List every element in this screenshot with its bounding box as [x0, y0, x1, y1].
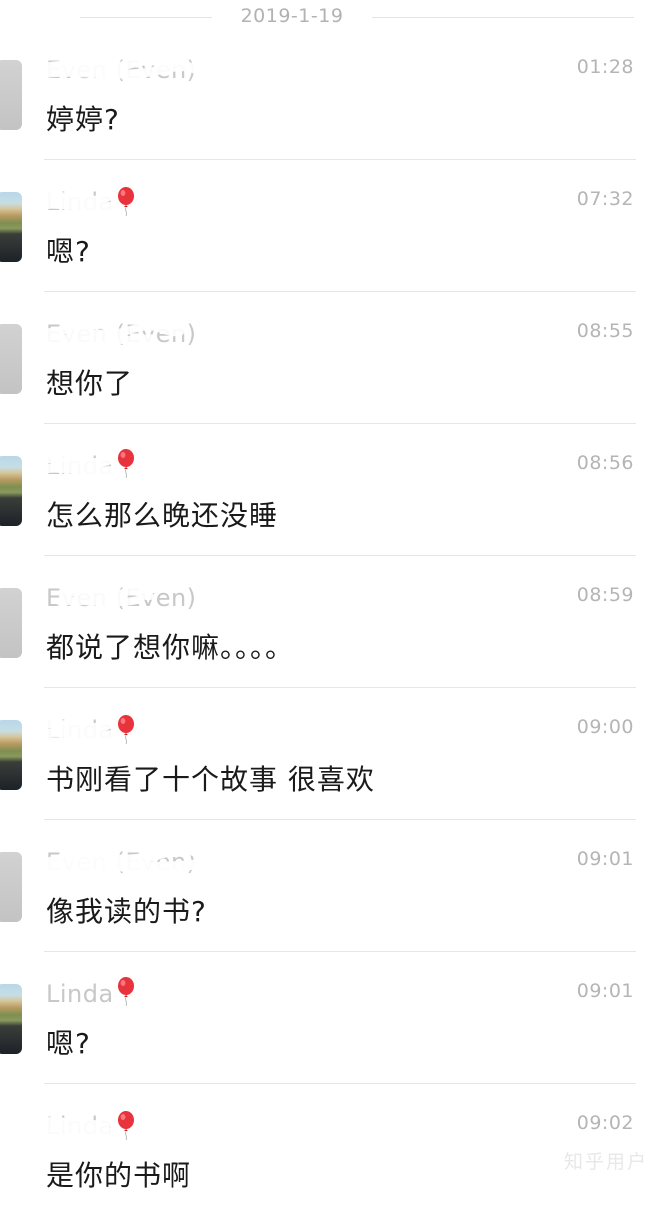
message-time: 09:00	[576, 716, 634, 738]
sender-name: Even (Even)	[46, 320, 197, 348]
message-text: 嗯?	[46, 1027, 91, 1060]
message-text: 书刚看了十个故事 很喜欢	[46, 763, 375, 796]
message-text: 怎么那么晚还没睡	[46, 499, 279, 532]
message-time: 07:32	[576, 188, 634, 210]
balloon-icon	[118, 715, 134, 744]
sender-name: Linda	[46, 452, 114, 480]
message-text: 是你的书啊	[46, 1159, 192, 1192]
avatar[interactable]	[0, 852, 22, 922]
message-item[interactable]: Linda 07:32 嗯?	[0, 160, 668, 292]
message-text: 婷婷?	[46, 103, 120, 136]
avatar[interactable]	[0, 588, 22, 658]
message-time: 08:56	[576, 452, 634, 474]
balloon-icon	[118, 449, 134, 478]
message-time: 01:28	[576, 56, 634, 78]
watermark: 知乎用户	[563, 1151, 648, 1173]
message-item[interactable]: Even (Even) 09:01 像我读的书?	[0, 820, 668, 952]
sender-name: Linda	[46, 1112, 114, 1140]
message-time: 09:01	[576, 980, 634, 1002]
message-text: 嗯?	[46, 235, 91, 268]
message-item[interactable]: Even (Even) 01:28 婷婷?	[0, 28, 668, 160]
message-text: 想你了	[46, 367, 134, 400]
balloon-icon	[118, 1111, 134, 1140]
divider-line-left	[80, 17, 212, 18]
sender-name: Even (Even)	[46, 848, 197, 876]
sender-name: Linda	[46, 188, 114, 216]
message-time: 08:55	[576, 320, 634, 342]
avatar[interactable]	[0, 720, 22, 790]
sender-name: Even (Even)	[46, 56, 197, 84]
sender-name: Linda	[46, 980, 114, 1008]
message-list: Even (Even) 01:28 婷婷? Linda 07:32 嗯? Eve…	[0, 28, 668, 1216]
message-item[interactable]: Linda 09:01 嗯?	[0, 952, 668, 1084]
message-text: 像我读的书?	[46, 895, 207, 928]
message-item[interactable]: Even (Even) 08:55 想你了	[0, 292, 668, 424]
message-time: 09:02	[576, 1112, 634, 1134]
avatar[interactable]	[0, 324, 22, 394]
message-text: 都说了想你嘛。。。。	[46, 631, 295, 664]
date-label: 2019-1-19	[240, 5, 344, 27]
message-time: 08:59	[576, 584, 634, 606]
message-item[interactable]: Linda 08:56 怎么那么晚还没睡	[0, 424, 668, 556]
message-item[interactable]: Linda 09:00 书刚看了十个故事 很喜欢	[0, 688, 668, 820]
message-item[interactable]: Even (Even) 08:59 都说了想你嘛。。。。	[0, 556, 668, 688]
sender-name: Even (Even)	[46, 584, 197, 612]
avatar[interactable]	[0, 456, 22, 526]
divider-line-right	[372, 17, 634, 18]
balloon-icon	[118, 977, 134, 1006]
message-time: 09:01	[576, 848, 634, 870]
avatar[interactable]	[0, 60, 22, 130]
avatar[interactable]	[0, 984, 22, 1054]
balloon-icon	[118, 187, 134, 216]
avatar[interactable]	[0, 192, 22, 262]
sender-name: Linda	[46, 716, 114, 744]
